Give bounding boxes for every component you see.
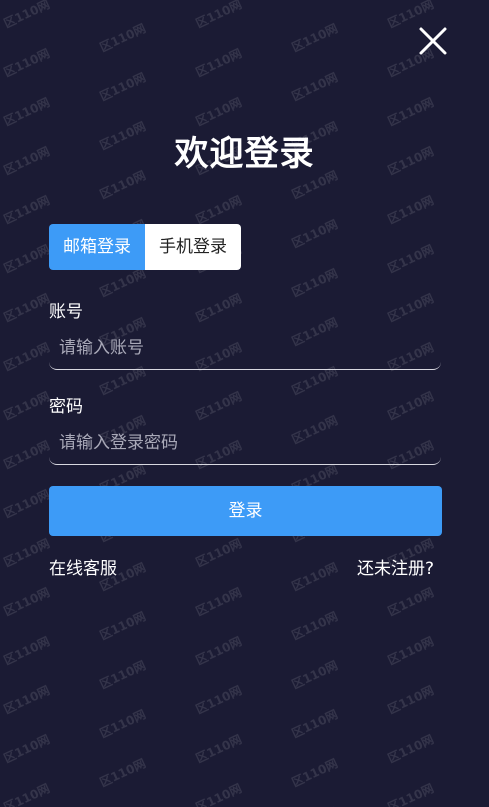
watermark-text: 区110网 (1, 242, 52, 276)
watermark-text: 区110网 (193, 732, 244, 766)
watermark-text: 区110网 (193, 634, 244, 668)
watermark-text: 区110网 (1, 438, 52, 472)
login-screen: 区110网 区110网 区110网 区110网 区110网 区110网 区110网 区110网… (0, 0, 489, 807)
watermark-text: 区110网 (97, 21, 148, 55)
tab-phone-login[interactable]: 手机登录 (145, 224, 241, 270)
watermark-text: 区110网 (1, 781, 52, 807)
watermark-text: 区110网 (289, 70, 340, 104)
watermark-text: 区110网 (1, 585, 52, 619)
watermark-text: 区110网 (1, 732, 52, 766)
password-input[interactable] (49, 421, 441, 465)
watermark-text: 区110网 (289, 756, 340, 790)
watermark-text: 区110网 (193, 536, 244, 570)
watermark-text: 区110网 (193, 389, 244, 423)
watermark-text: 区110网 (1, 340, 52, 374)
watermark-text: 区110网 (385, 95, 436, 129)
watermark-text: 区110网 (193, 291, 244, 325)
watermark-text: 区110网 (385, 193, 436, 227)
watermark-text: 区110网 (1, 0, 52, 31)
close-button[interactable] (418, 26, 448, 56)
watermark-text: 区110网 (193, 585, 244, 619)
watermark-text: 区110网 (97, 803, 149, 807)
watermark-text: 区110网 (97, 756, 148, 790)
watermark-text: 区110网 (289, 658, 340, 692)
watermark-text: 区110网 (193, 95, 244, 129)
watermark-text: 区110网 (97, 70, 148, 104)
account-input[interactable] (49, 326, 441, 370)
online-service-link[interactable]: 在线客服 (49, 558, 117, 580)
tab-email-login[interactable]: 邮箱登录 (49, 224, 145, 270)
login-button[interactable]: 登录 (49, 486, 442, 536)
watermark-text: 区110网 (97, 658, 148, 692)
close-icon (419, 27, 447, 55)
watermark-text: 区110网 (385, 242, 436, 276)
watermark-text: 区110网 (1, 487, 52, 521)
watermark-text: 区110网 (385, 585, 436, 619)
watermark-text: 区110网 (1, 291, 52, 325)
watermark-text: 区110网 (97, 707, 148, 741)
watermark-text: 区110网 (289, 266, 340, 300)
watermark-text: 区110网 (1, 95, 52, 129)
watermark-text: 区110网 (193, 781, 244, 807)
watermark-text: 区110网 (385, 732, 436, 766)
watermark-text: 区110网 (1, 536, 52, 570)
watermark-text: 区110网 (385, 634, 436, 668)
watermark-text: 区110网 (289, 21, 340, 55)
watermark-text: 区110网 (1, 193, 52, 227)
watermark-text: 区110网 (385, 683, 436, 717)
password-label: 密码 (49, 397, 83, 417)
page-title: 欢迎登录 (174, 134, 315, 174)
watermark-text: 区110网 (1, 634, 52, 668)
watermark-text: 区110网 (289, 707, 340, 741)
watermark-text: 区110网 (385, 781, 436, 807)
watermark-text: 区110网 (193, 683, 244, 717)
watermark-text: 区110网 (1, 683, 52, 717)
watermark-text: 区110网 (193, 193, 244, 227)
watermark-text: 区110网 (289, 803, 341, 807)
login-method-tabs: 邮箱登录 手机登录 (49, 224, 241, 270)
watermark-text: 区110网 (289, 609, 340, 643)
account-label: 账号 (49, 302, 83, 322)
watermark-text: 区110网 (289, 217, 340, 251)
watermark-text: 区110网 (289, 560, 340, 594)
watermark-text: 区110网 (1, 389, 52, 423)
watermark-text: 区110网 (97, 609, 148, 643)
watermark-text: 区110网 (193, 0, 244, 31)
watermark-text: 区110网 (193, 46, 244, 80)
watermark-text: 区110网 (385, 291, 436, 325)
register-link[interactable]: 还未注册? (357, 558, 434, 580)
watermark-text: 区110网 (385, 389, 436, 423)
watermark-text: 区110网 (1, 46, 52, 80)
